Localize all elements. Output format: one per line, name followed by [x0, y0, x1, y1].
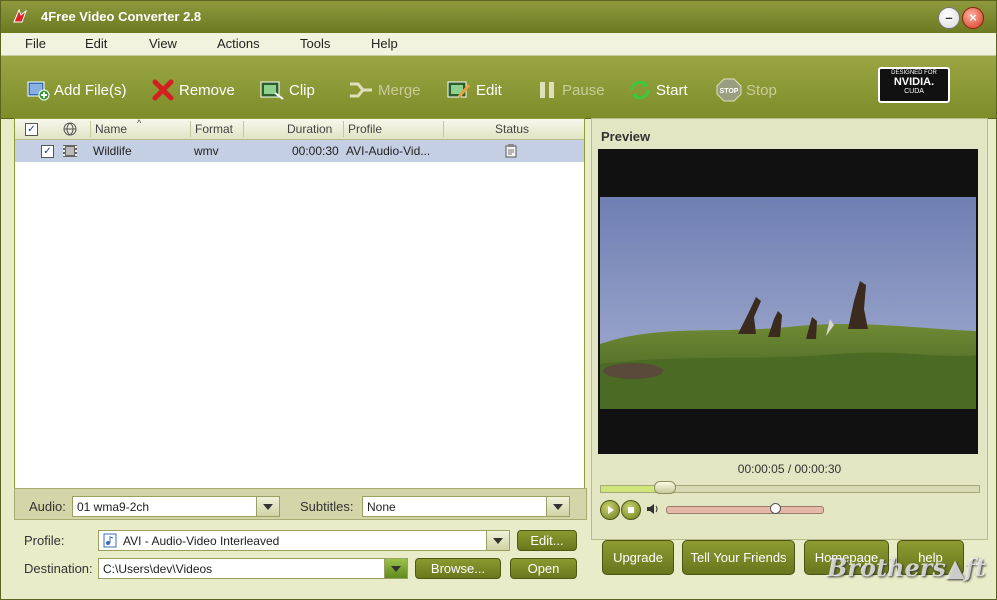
- add-file-icon: [27, 81, 50, 101]
- preview-panel: Preview 00:00:05 / 00:00:30: [591, 118, 988, 540]
- clip-film-icon: [260, 81, 284, 100]
- audio-label: Audio:: [29, 499, 66, 514]
- edit-film-icon: [447, 81, 471, 98]
- remove-label: Remove: [179, 81, 235, 99]
- volume-icon[interactable]: [646, 502, 660, 516]
- play-button[interactable]: [600, 500, 620, 520]
- window-title: 4Free Video Converter 2.8: [41, 9, 202, 24]
- video-preview[interactable]: [598, 149, 978, 454]
- pause-label: Pause: [562, 81, 605, 99]
- col-duration[interactable]: Duration: [287, 122, 332, 136]
- select-all-checkbox[interactable]: ✓: [25, 123, 38, 136]
- pause-button[interactable]: Pause: [536, 78, 605, 102]
- svg-text:STOP: STOP: [720, 88, 739, 95]
- pause-icon: [540, 82, 554, 98]
- playback-time: 00:00:05 / 00:00:30: [737, 462, 842, 476]
- clip-button[interactable]: Clip: [259, 78, 315, 102]
- subtitles-label: Subtitles:: [300, 499, 354, 514]
- video-frame-image: [598, 149, 978, 454]
- remove-x-icon: [152, 79, 174, 101]
- remove-button[interactable]: Remove: [151, 78, 235, 102]
- menu-actions[interactable]: Actions: [217, 36, 260, 51]
- menu-help[interactable]: Help: [371, 36, 398, 51]
- table-row[interactable]: ✓ Wildlife wmv 00:00:30 AVI-Audio-Vid...: [15, 140, 584, 162]
- globe-icon: [63, 122, 77, 136]
- chevron-down-icon[interactable]: [486, 531, 509, 550]
- chevron-down-icon[interactable]: [256, 497, 279, 516]
- nvidia-cuda-badge: DESIGNED FOR NVIDIA. CUDA: [878, 67, 950, 103]
- stop-label: Stop: [746, 81, 777, 99]
- menu-bar: File Edit View Actions Tools Help: [1, 33, 996, 56]
- minimize-button[interactable]: –: [938, 7, 960, 29]
- start-label: Start: [656, 81, 688, 99]
- col-format[interactable]: Format: [195, 122, 233, 136]
- row-name: Wildlife: [93, 144, 132, 158]
- menu-edit[interactable]: Edit: [85, 36, 107, 51]
- clip-label: Clip: [289, 81, 315, 99]
- open-button[interactable]: Open: [510, 558, 577, 579]
- preview-title: Preview: [601, 129, 651, 144]
- profile-edit-button[interactable]: Edit...: [517, 530, 577, 551]
- seek-thumb[interactable]: [654, 481, 677, 494]
- row-format: wmv: [194, 144, 219, 158]
- badge-line3: CUDA: [904, 88, 924, 95]
- start-refresh-icon: [630, 80, 650, 100]
- menu-tools[interactable]: Tools: [300, 36, 330, 51]
- start-button[interactable]: Start: [628, 78, 688, 102]
- merge-label: Merge: [378, 81, 421, 99]
- app-logo-icon: [13, 8, 28, 23]
- menu-file[interactable]: File: [25, 36, 46, 51]
- destination-value: C:\Users\dev\Videos: [103, 562, 213, 576]
- chevron-down-icon[interactable]: [384, 559, 407, 578]
- title-bar[interactable]: 4Free Video Converter 2.8 – ×: [1, 1, 996, 33]
- audio-value: 01 wma9-2ch: [77, 500, 150, 514]
- tell-friends-button[interactable]: Tell Your Friends: [682, 540, 795, 575]
- upgrade-button[interactable]: Upgrade: [602, 540, 674, 575]
- merge-icon: [350, 82, 372, 98]
- col-name[interactable]: Name: [95, 122, 127, 136]
- toolbar: Add File(s) Remove Clip Merge Edit Pause…: [1, 56, 996, 119]
- row-profile: AVI-Audio-Vid...: [346, 144, 431, 158]
- audio-select[interactable]: 01 wma9-2ch: [72, 496, 280, 517]
- play-icon: [608, 506, 614, 514]
- stop-sign-icon: STOP: [716, 78, 742, 102]
- subtitles-value: None: [367, 500, 396, 514]
- merge-button[interactable]: Merge: [348, 78, 421, 102]
- file-list-header: ✓ Name ^ Format Duration Profile Status: [15, 118, 584, 140]
- app-window: 4Free Video Converter 2.8 – × File Edit …: [0, 0, 997, 600]
- close-button[interactable]: ×: [962, 7, 984, 29]
- sort-arrow-icon: ^: [137, 118, 142, 128]
- col-profile[interactable]: Profile: [348, 122, 382, 136]
- profile-value: AVI - Audio-Video Interleaved: [123, 534, 280, 548]
- edit-button[interactable]: Edit: [446, 78, 502, 102]
- stop-playback-button[interactable]: [621, 500, 641, 520]
- destination-input[interactable]: C:\Users\dev\Videos: [98, 558, 408, 579]
- stop-button[interactable]: STOP Stop: [716, 78, 777, 102]
- menu-view[interactable]: View: [149, 36, 177, 51]
- volume-slider[interactable]: [666, 506, 824, 514]
- watermark-text: Brothers▲ft: [827, 553, 986, 582]
- badge-line2: NVIDIA.: [893, 76, 935, 88]
- col-status[interactable]: Status: [495, 122, 529, 136]
- profile-file-icon: [103, 533, 117, 548]
- profile-label: Profile:: [24, 533, 65, 548]
- destination-label: Destination:: [24, 561, 93, 576]
- film-icon: [63, 145, 77, 157]
- file-list[interactable]: ✓ Name ^ Format Duration Profile Status …: [14, 118, 585, 490]
- chevron-down-icon[interactable]: [546, 497, 569, 516]
- add-files-button[interactable]: Add File(s): [26, 78, 127, 102]
- add-files-label: Add File(s): [54, 81, 127, 99]
- status-clipboard-icon: [505, 144, 517, 158]
- edit-label: Edit: [476, 81, 502, 99]
- row-duration: 00:00:30: [292, 144, 339, 158]
- profile-select[interactable]: AVI - Audio-Video Interleaved: [98, 530, 510, 551]
- row-checkbox[interactable]: ✓: [41, 145, 54, 158]
- stop-icon: [628, 507, 634, 513]
- browse-button[interactable]: Browse...: [415, 558, 501, 579]
- subtitles-select[interactable]: None: [362, 496, 570, 517]
